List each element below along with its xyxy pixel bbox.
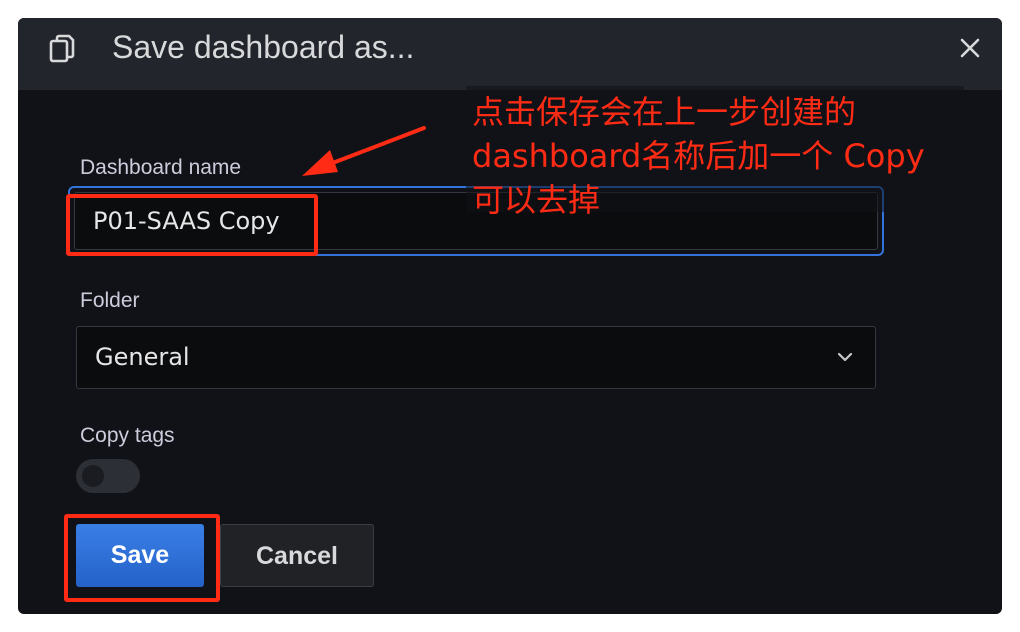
folder-select[interactable]: General: [76, 326, 876, 389]
folder-selected-value: General: [95, 343, 190, 371]
copy-icon: [49, 34, 75, 63]
annotation-text: 点击保存会在上一步创建的 dashboard名称后加一个 Copy 可以去掉: [472, 90, 992, 222]
modal-header: Save dashboard as...: [18, 18, 1002, 90]
chevron-down-icon: [837, 352, 853, 362]
name-highlight-box: [66, 194, 318, 256]
close-icon[interactable]: [956, 34, 984, 62]
copy-tags-label: Copy tags: [80, 424, 175, 447]
folder-label: Folder: [80, 289, 140, 312]
toggle-knob: [82, 465, 104, 487]
save-highlight-box: [64, 514, 220, 602]
cancel-button[interactable]: Cancel: [220, 524, 374, 587]
dashboard-name-label: Dashboard name: [80, 156, 242, 179]
annotation-line: dashboard名称后加一个 Copy: [472, 137, 925, 175]
annotation-line: 可以去掉: [472, 181, 601, 219]
copy-tags-toggle[interactable]: [76, 459, 140, 493]
annotation-line: 点击保存会在上一步创建的: [472, 93, 857, 131]
modal-title: Save dashboard as...: [112, 29, 415, 65]
annotation-arrow: [302, 126, 426, 176]
